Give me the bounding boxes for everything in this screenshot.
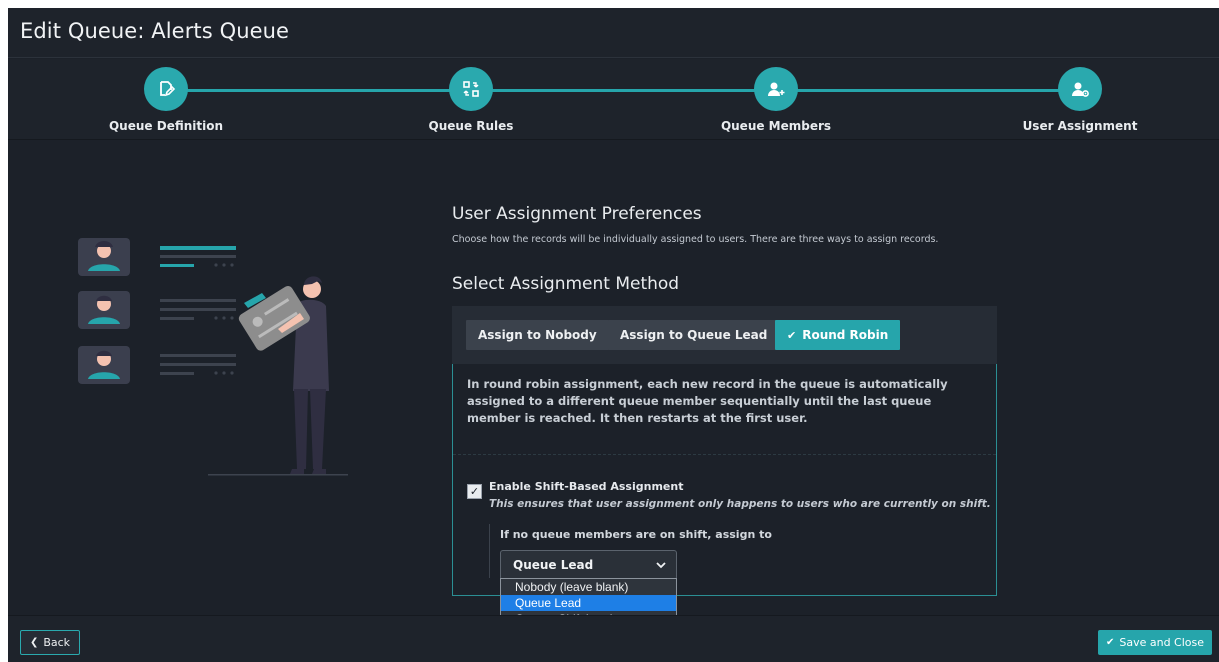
step-label: User Assignment bbox=[1022, 119, 1138, 133]
check-icon: ✔ bbox=[1105, 637, 1115, 648]
button-label: Assign to Queue Lead bbox=[620, 328, 768, 342]
method-button-bar: Assign to Nobody Assign to Queue Lead ✔ … bbox=[452, 306, 997, 364]
chevron-left-icon: ❮ bbox=[29, 637, 39, 648]
assignment-preferences: User Assignment Preferences Choose how t… bbox=[452, 204, 997, 596]
page-title: Edit Queue: Alerts Queue bbox=[20, 19, 290, 43]
section-heading: User Assignment Preferences bbox=[452, 204, 702, 224]
button-label: Round Robin bbox=[802, 328, 889, 342]
button-label: Back bbox=[43, 636, 71, 649]
step-queue-members[interactable]: Queue Members bbox=[696, 67, 856, 133]
shift-based-help: This ensures that user assignment only h… bbox=[489, 498, 991, 510]
method-details: In round robin assignment, each new reco… bbox=[452, 364, 997, 596]
step-label: Queue Rules bbox=[428, 119, 514, 133]
profile-card-2 bbox=[78, 291, 130, 329]
assignment-method-panel: Assign to Nobody Assign to Queue Lead ✔ … bbox=[452, 306, 997, 596]
step-queue-rules[interactable]: Queue Rules bbox=[391, 67, 551, 133]
select-value: Queue Lead bbox=[513, 558, 594, 572]
assign-to-nobody-button[interactable]: Assign to Nobody bbox=[466, 320, 609, 350]
shift-based-checkbox[interactable]: ✓ bbox=[467, 484, 482, 499]
assign-to-queue-lead-button[interactable]: Assign to Queue Lead bbox=[608, 320, 780, 350]
step-label: Queue Definition bbox=[108, 119, 224, 133]
wizard-stepper: Queue Definition Queue Rules Queue Membe… bbox=[8, 59, 1219, 140]
fallback-label: If no queue members are on shift, assign… bbox=[500, 528, 772, 541]
stepper-track bbox=[166, 89, 1070, 92]
profile-card-1 bbox=[78, 238, 130, 276]
edit-queue-window: Edit Queue: Alerts Queue Queue Definitio… bbox=[8, 8, 1219, 662]
section-description: Choose how the records will be individua… bbox=[452, 234, 939, 245]
button-label: Save and Close bbox=[1119, 636, 1205, 649]
method-description: In round robin assignment, each new reco… bbox=[467, 377, 948, 425]
chevron-down-icon bbox=[656, 559, 666, 573]
user-settings-icon bbox=[1058, 67, 1102, 111]
add-user-icon bbox=[754, 67, 798, 111]
round-robin-button[interactable]: ✔ Round Robin bbox=[775, 320, 901, 350]
back-button[interactable]: ❮ Back bbox=[20, 630, 80, 655]
edit-document-icon bbox=[144, 67, 188, 111]
option-nobody[interactable]: Nobody (leave blank) bbox=[501, 579, 676, 595]
option-queue-lead[interactable]: Queue Lead bbox=[501, 595, 676, 611]
fallback-select[interactable]: Queue Lead bbox=[500, 550, 677, 580]
checkmark: ✓ bbox=[469, 485, 480, 498]
method-heading: Select Assignment Method bbox=[452, 274, 680, 294]
shift-based-label: Enable Shift-Based Assignment bbox=[489, 480, 684, 493]
step-queue-definition[interactable]: Queue Definition bbox=[86, 67, 246, 133]
page-header: Edit Queue: Alerts Queue bbox=[8, 8, 1219, 58]
person-figure bbox=[238, 276, 329, 474]
save-and-close-button[interactable]: ✔ Save and Close bbox=[1098, 630, 1212, 655]
swap-rules-icon bbox=[449, 67, 493, 111]
step-label: Queue Members bbox=[720, 119, 832, 133]
button-label: Assign to Nobody bbox=[478, 328, 597, 342]
step-user-assignment[interactable]: User Assignment bbox=[1000, 67, 1160, 133]
divider bbox=[453, 454, 996, 455]
profile-card-3 bbox=[78, 346, 130, 384]
assignment-illustration bbox=[78, 238, 348, 476]
footer-bar: ❮ Back ✔ Save and Close bbox=[8, 615, 1219, 662]
check-icon: ✔ bbox=[787, 328, 797, 342]
